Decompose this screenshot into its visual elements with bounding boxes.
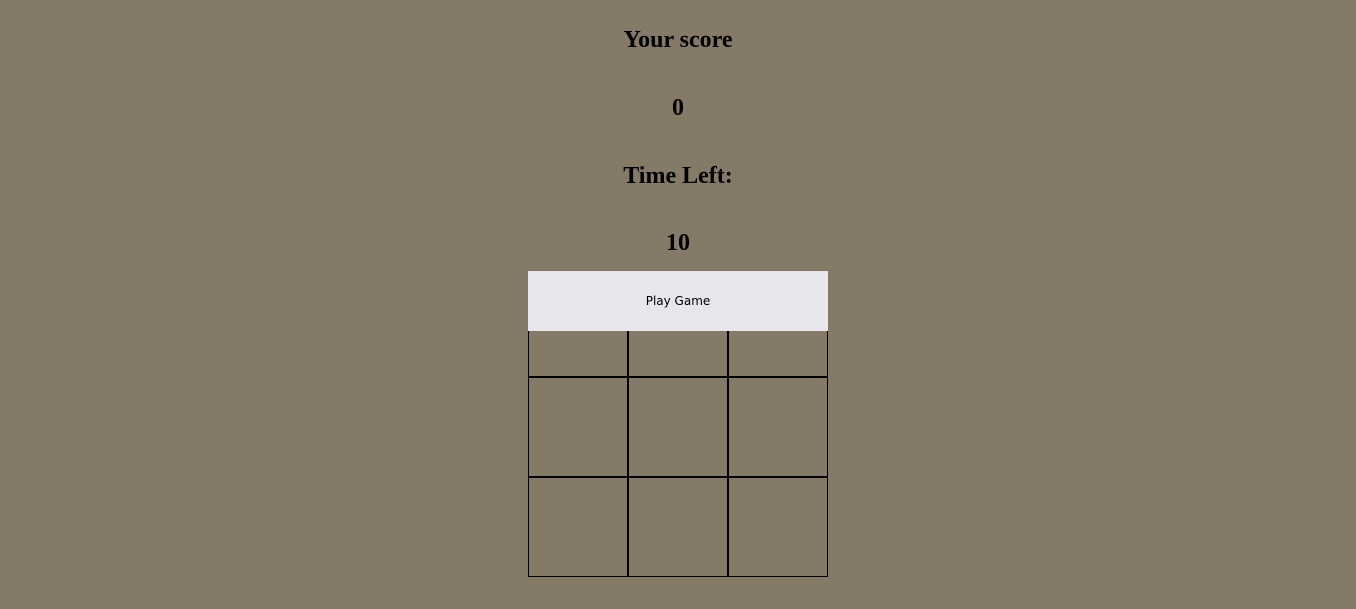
score-title: Your score — [623, 27, 733, 53]
time-left-value: 10 — [666, 230, 690, 256]
board-cell-4[interactable] — [528, 377, 628, 477]
board-cell-5[interactable] — [628, 377, 728, 477]
board-cell-6[interactable] — [728, 377, 828, 477]
board-cell-8[interactable] — [628, 477, 728, 577]
board-cell-9[interactable] — [728, 477, 828, 577]
time-left-title: Time Left: — [623, 163, 733, 189]
score-value: 0 — [672, 95, 684, 121]
play-game-button[interactable]: Play Game — [528, 271, 828, 331]
board-cell-7[interactable] — [528, 477, 628, 577]
